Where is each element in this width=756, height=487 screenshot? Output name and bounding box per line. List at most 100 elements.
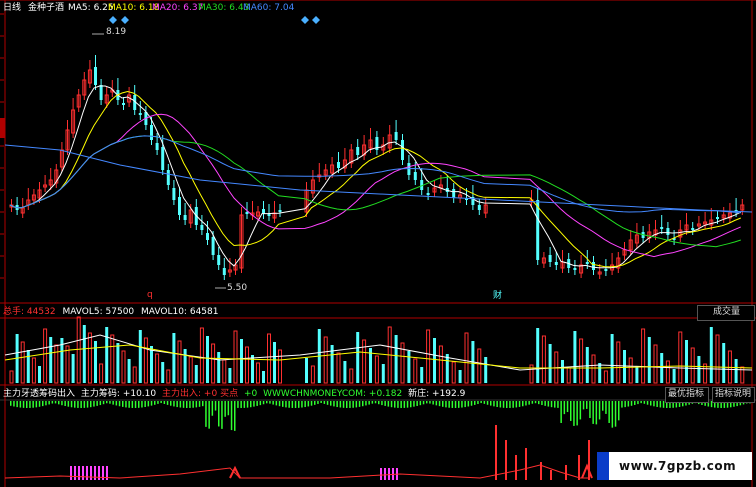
- low-price-label: 5.50: [227, 283, 248, 293]
- indicator-green-bar: [106, 401, 108, 404]
- indicator-green-bar: [115, 401, 118, 406]
- indicator-green-bar: [218, 401, 220, 427]
- ma20-label: MA20:: [152, 3, 181, 13]
- volume-bar: [262, 371, 265, 383]
- indicator-green-bar: [307, 401, 310, 407]
- volume-bar: [616, 341, 621, 384]
- indicator-green-bar: [445, 401, 447, 408]
- high-price-label: 8.19: [106, 27, 127, 37]
- volume-bar: [76, 316, 81, 384]
- mavol10-label: MAVOL10:: [141, 307, 187, 317]
- volume-bar: [690, 347, 695, 384]
- inout-value: +0: [203, 389, 218, 399]
- indicator-green-bar: [448, 401, 450, 408]
- indicator-green-bar: [362, 401, 364, 407]
- indicator-green-bar: [58, 401, 60, 405]
- indicator-green-bar: [438, 401, 441, 407]
- indicator-green-bar: [310, 401, 313, 406]
- volume-bar: [228, 368, 232, 383]
- indicator-green-bar: [189, 401, 191, 408]
- inout-label: 主力出入:: [162, 389, 202, 399]
- indicator-green-bar: [531, 401, 534, 404]
- volume-bar: [54, 344, 59, 384]
- indicator-green-bar: [38, 401, 41, 407]
- volume-bar: [591, 354, 596, 384]
- indicator-magenta-bar: [94, 466, 96, 480]
- volume-bar: [240, 339, 243, 383]
- indicator-green-bar: [80, 401, 82, 408]
- event-marker-cai[interactable]: 财: [493, 291, 502, 302]
- indicator-green-bar: [557, 401, 559, 408]
- candle-body: [245, 212, 249, 214]
- volume-bar: [278, 349, 282, 384]
- candle-body: [138, 113, 142, 115]
- volume-bar: [199, 327, 204, 384]
- indicator-green-bar: [346, 401, 348, 408]
- candle-body: [217, 255, 221, 265]
- candle-body: [172, 188, 176, 200]
- indicator-help-button[interactable]: 指标说明: [715, 389, 751, 400]
- indicator-green-bar: [570, 401, 572, 421]
- site-watermark: www.7gpzb.com: [597, 452, 752, 480]
- indicator-green-bar: [358, 401, 361, 407]
- indicator-green-bar: [442, 401, 444, 407]
- volume-indicator-button[interactable]: 成交量: [713, 307, 740, 318]
- indicator-green-bar: [614, 401, 617, 427]
- indicator-green-bar: [518, 401, 521, 407]
- indicator-green-bar: [547, 401, 550, 407]
- ma5-readout: MA5: 6.25: [68, 3, 114, 14]
- indicator-green-bar: [474, 401, 476, 405]
- volume-bar: [166, 369, 171, 384]
- volume-bar: [267, 333, 271, 384]
- candle-body: [536, 200, 540, 260]
- volume-readout: 总手: 44532 MAVOL5: 57500 MAVOL10: 64581: [3, 307, 218, 318]
- volume-bar: [374, 355, 379, 384]
- indicator-green-bar: [32, 401, 34, 408]
- volume-bar: [484, 357, 488, 383]
- volume-bar: [610, 334, 614, 383]
- indicator-green-bar: [157, 401, 159, 404]
- indicator-green-bar: [579, 401, 582, 420]
- indicator-magenta-bar: [78, 466, 80, 480]
- indicator-green-bar: [256, 401, 258, 406]
- indicator-green-bar: [586, 401, 588, 409]
- indicator-magenta-bar: [380, 468, 382, 480]
- indicator-green-bar: [490, 401, 492, 406]
- indicator-green-bar: [541, 401, 543, 406]
- indicator-green-bar: [125, 401, 127, 408]
- mavol5-value: 57500: [105, 307, 135, 317]
- volume-bar: [222, 359, 227, 384]
- volume-bar: [206, 336, 209, 383]
- indicator-green-bar: [426, 401, 428, 404]
- indicator-green-bar: [560, 401, 562, 423]
- indicator-green-bar: [368, 401, 370, 405]
- volume-bar: [310, 365, 315, 384]
- volume-bar: [233, 330, 238, 384]
- indicator-green-bar: [29, 401, 31, 408]
- indicator-magenta-bar: [384, 468, 386, 480]
- volume-bar: [647, 337, 651, 383]
- volume-bar: [217, 352, 221, 383]
- indicator-green-bar: [282, 401, 284, 407]
- ma60-label: MA60:: [243, 3, 272, 13]
- candle-body: [548, 255, 552, 262]
- volume-bar: [9, 370, 14, 384]
- indicator-green-bar: [275, 401, 278, 406]
- volume-bar: [211, 343, 216, 384]
- indicator-green-bar: [323, 401, 326, 404]
- candle-body: [267, 214, 271, 216]
- indicator-green-bar: [298, 401, 300, 408]
- total-volume-value: 44532: [26, 307, 56, 317]
- indicator-green-bar: [378, 401, 380, 405]
- candle-body: [222, 268, 226, 275]
- indicator-green-bar: [250, 401, 252, 408]
- volume-bar: [256, 362, 260, 384]
- best-indicator-button[interactable]: 最优指标: [668, 389, 704, 400]
- indicator-green-bar: [211, 401, 214, 416]
- volume-bar: [628, 357, 633, 384]
- volume-bar: [381, 364, 385, 383]
- volume-bar: [697, 356, 701, 383]
- stock-chart-canvas[interactable]: [0, 0, 756, 487]
- event-marker-q[interactable]: q: [147, 290, 153, 301]
- indicator-green-bar: [67, 401, 70, 407]
